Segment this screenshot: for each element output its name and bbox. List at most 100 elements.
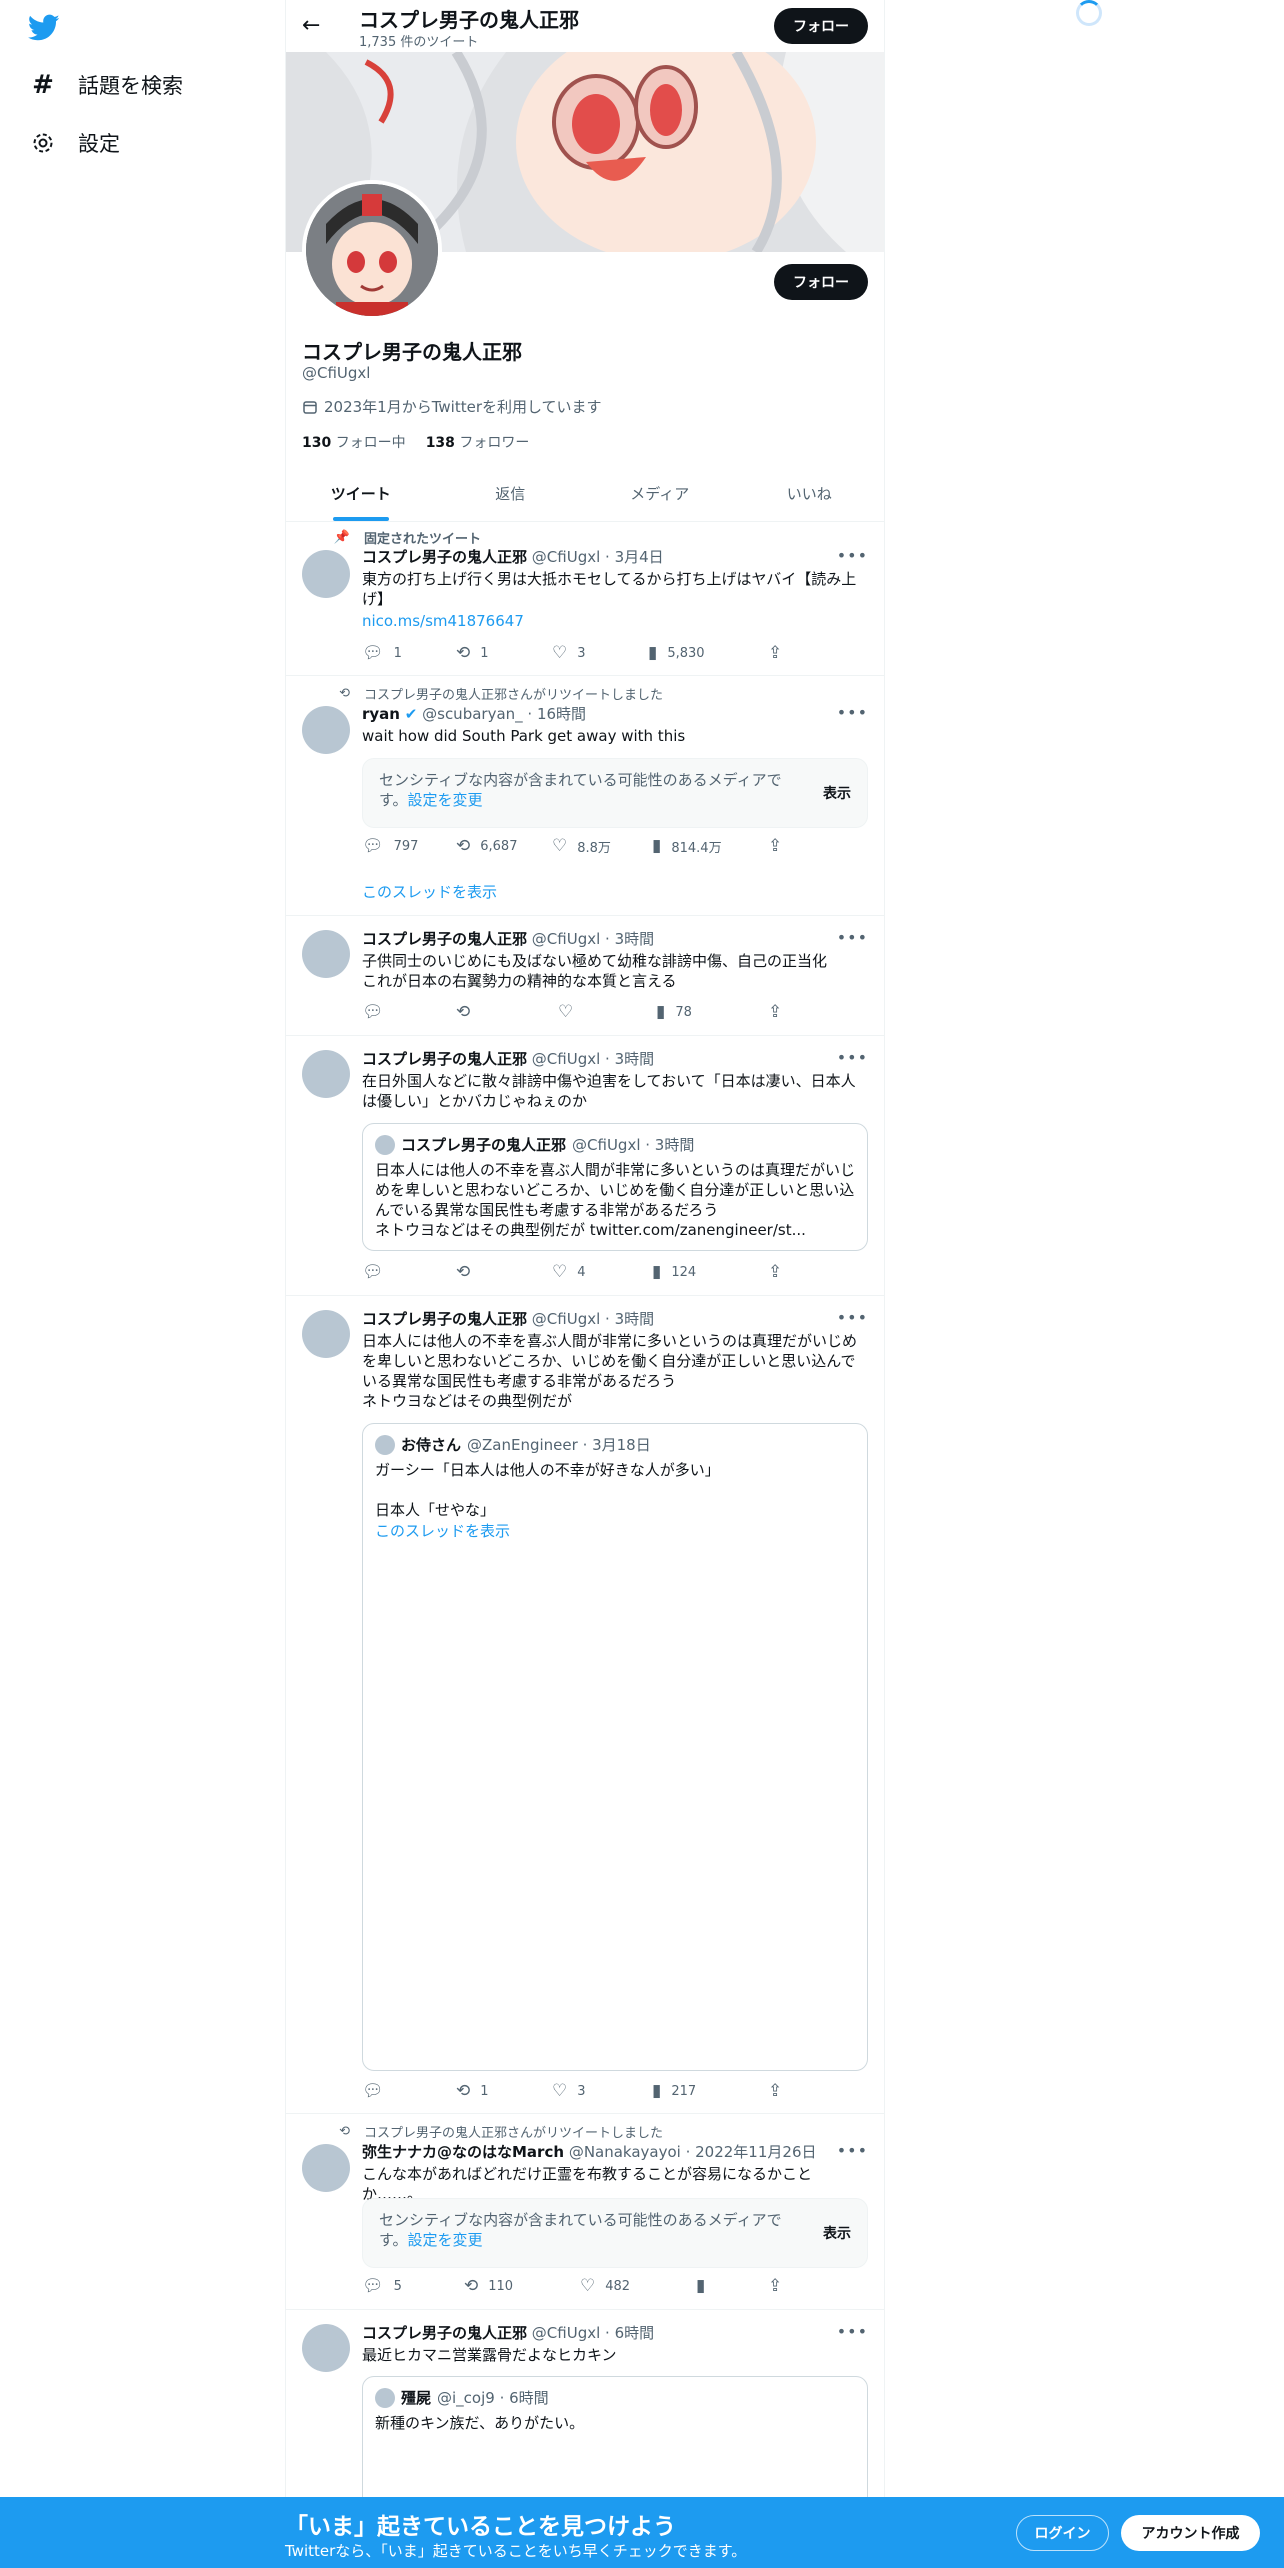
quote-avatar — [375, 1134, 395, 1155]
profile-follow-button[interactable]: フォロー — [774, 264, 868, 300]
reply-button[interactable]: 💬︎ — [362, 1002, 384, 1022]
tab-likes[interactable]: いいね — [735, 470, 885, 521]
views-button[interactable]: ▮ 5,830 — [648, 643, 705, 663]
retweet-button[interactable]: ⟲ 1 — [456, 2081, 489, 2101]
like-button[interactable]: ♡ 482 — [580, 2276, 630, 2296]
like-count: 3 — [577, 2083, 586, 2099]
show-media-button[interactable]: 表示 — [823, 783, 851, 803]
tweet-author-name[interactable]: コスプレ男子の鬼人正邪 — [362, 2324, 527, 2342]
retweet-context-text[interactable]: コスプレ男子の鬼人正邪さんがリツイートしました — [364, 684, 663, 703]
more-icon[interactable]: ••• — [837, 2141, 868, 2160]
tweet-item[interactable]: ⟲ コスプレ男子の鬼人正邪さんがリツイートしました ryan ✔︎ @scuba… — [286, 676, 884, 916]
tweet-avatar[interactable] — [302, 2144, 350, 2192]
retweet-icon: ⟲ — [456, 1002, 471, 1022]
views-button[interactable]: ▮ — [696, 2276, 705, 2296]
tweet-avatar[interactable] — [302, 1050, 350, 1098]
signup-button[interactable]: アカウント作成 — [1121, 2515, 1260, 2551]
nav-settings[interactable]: 設定 — [30, 128, 120, 158]
tweet-author-name[interactable]: 弥生ナナカ@なのはなMarch — [362, 2143, 564, 2161]
show-media-button[interactable]: 表示 — [823, 2223, 851, 2243]
like-button[interactable]: ♡ 4 — [552, 1262, 586, 1282]
tweet-avatar[interactable] — [302, 1310, 350, 1358]
tweet-header: コスプレ男子の鬼人正邪 @CfiUgxl · 3時間 — [362, 928, 654, 949]
tweet-actions: 💬︎ 5 ⟲ 110 ♡ 482 ▮ ⇪ — [362, 2276, 792, 2296]
quoted-tweet[interactable]: コスプレ男子の鬼人正邪 @CfiUgxl · 3時間 日本人には他人の不幸を喜ぶ人… — [362, 1123, 868, 1251]
more-icon[interactable]: ••• — [837, 703, 868, 722]
tweet-item[interactable]: コスプレ男子の鬼人正邪 @CfiUgxl · 3時間 ••• 子供同士のいじめに… — [286, 916, 884, 1036]
tweet-author-name[interactable]: コスプレ男子の鬼人正邪 — [362, 930, 527, 948]
share-button[interactable]: ⇪ — [768, 643, 782, 663]
tab-media[interactable]: メディア — [585, 470, 735, 521]
more-icon[interactable]: ••• — [837, 546, 868, 565]
views-button[interactable]: ▮ 814.4万 — [652, 836, 722, 856]
reply-button[interactable]: 💬︎ — [362, 2081, 384, 2101]
tweet-avatar[interactable] — [302, 550, 350, 598]
reply-button[interactable]: 💬︎ 5 — [362, 2276, 402, 2296]
views-button[interactable]: ▮ 124 — [652, 1262, 696, 1282]
tweet-avatar[interactable] — [302, 930, 350, 978]
quoted-tweet[interactable]: お侍さん @ZanEngineer · 3月18日 ガーシー「日本人は他人の不幸が… — [362, 1423, 868, 2071]
login-button[interactable]: ログイン — [1016, 2515, 1109, 2551]
share-icon: ⇪ — [768, 2081, 783, 2101]
tweet-header: 弥生ナナカ@なのはなMarch @Nanakayayoi · 2022年11月2… — [362, 2141, 816, 2162]
share-icon: ⇪ — [768, 643, 783, 663]
tweet-author-name[interactable]: ryan — [362, 705, 400, 723]
signup-banner: 「いま」起きていることを見つけよう Twitterなら、「いま」起きていることを… — [0, 2497, 1284, 2568]
share-button[interactable]: ⇪ — [768, 1262, 782, 1282]
tweet-author-name[interactable]: コスプレ男子の鬼人正邪 — [362, 548, 527, 566]
retweet-button[interactable]: ⟲ 6,687 — [456, 836, 517, 856]
tab-tweets[interactable]: ツイート — [286, 470, 436, 521]
followers-link[interactable]: 138 フォロワー — [426, 432, 530, 452]
profile-joined-text: 2023年1月からTwitterを利用しています — [324, 398, 602, 416]
retweet-context-text[interactable]: コスプレ男子の鬼人正邪さんがリツイートしました — [364, 2122, 663, 2141]
tweet-avatar[interactable] — [302, 706, 350, 754]
retweet-button[interactable]: ⟲ 1 — [456, 643, 489, 663]
views-count: 5,830 — [667, 645, 705, 661]
views-button[interactable]: ▮ 217 — [652, 2081, 696, 2101]
tab-replies[interactable]: 返信 — [436, 470, 586, 521]
retweet-button[interactable]: ⟲ 110 — [464, 2276, 513, 2296]
more-icon[interactable]: ••• — [837, 928, 868, 947]
tweet-item[interactable]: 📌 固定されたツイート コスプレ男子の鬼人正邪 @CfiUgxl · 3月4日 … — [286, 522, 884, 676]
views-count: 124 — [671, 1264, 697, 1280]
like-button[interactable]: ♡ 3 — [552, 643, 586, 663]
show-thread-link[interactable]: このスレッドを表示 — [362, 881, 497, 902]
tweet-item[interactable]: コスプレ男子の鬼人正邪 @CfiUgxl · 3時間 ••• 日本人には他人の不… — [286, 1296, 884, 2114]
profile-avatar[interactable] — [302, 180, 442, 320]
more-icon[interactable]: ••• — [837, 1308, 868, 1327]
more-icon[interactable]: ••• — [837, 2322, 868, 2341]
tweet-item[interactable]: ⟲ コスプレ男子の鬼人正邪さんがリツイートしました 弥生ナナカ@なのはなMarc… — [286, 2114, 884, 2310]
header-follow-button[interactable]: フォロー — [774, 8, 868, 44]
share-button[interactable]: ⇪ — [768, 1002, 782, 1022]
tweet-item[interactable]: コスプレ男子の鬼人正邪 @CfiUgxl · 3時間 ••• 在日外国人などに散… — [286, 1036, 884, 1296]
retweet-button[interactable]: ⟲ — [456, 1262, 470, 1282]
like-button[interactable]: ♡ — [558, 1002, 573, 1022]
views-button[interactable]: ▮ 78 — [656, 1002, 692, 1022]
tweet-avatar[interactable] — [302, 2324, 350, 2372]
reply-button[interactable]: 💬︎ — [362, 1262, 384, 1282]
following-link[interactable]: 130 フォロー中 — [302, 432, 406, 452]
back-arrow-icon[interactable]: ← — [302, 13, 320, 38]
like-button[interactable]: ♡ 8.8万 — [552, 836, 611, 856]
more-icon[interactable]: ••• — [837, 1048, 868, 1067]
reply-button[interactable]: 💬︎ 1 — [362, 643, 402, 663]
retweet-icon: ⟲ — [456, 1262, 471, 1282]
tweet-author-name[interactable]: コスプレ男子の鬼人正邪 — [362, 1050, 527, 1068]
share-button[interactable]: ⇪ — [768, 2081, 782, 2101]
like-button[interactable]: ♡ 3 — [552, 2081, 586, 2101]
reply-button[interactable]: 💬︎ 797 — [362, 836, 418, 856]
quote-show-thread-link[interactable]: このスレッドを表示 — [375, 1520, 510, 1541]
retweet-button[interactable]: ⟲ — [456, 1002, 470, 1022]
change-settings-link[interactable]: 設定を変更 — [408, 791, 483, 809]
change-settings-link[interactable]: 設定を変更 — [408, 2231, 483, 2249]
retweet-icon: ⟲ — [456, 836, 471, 856]
heart-icon: ♡ — [552, 1262, 568, 1282]
twitter-logo-icon[interactable] — [28, 14, 60, 42]
tweet-link[interactable]: nico.ms/sm41876647 — [362, 612, 524, 630]
tweet-author-name[interactable]: コスプレ男子の鬼人正邪 — [362, 1310, 527, 1328]
share-button[interactable]: ⇪ — [768, 2276, 782, 2296]
tweet-text: 在日外国人などに散々誹謗中傷や迫害をしておいて「日本は凄い、日本人は優しい」とか… — [362, 1072, 856, 1110]
tweet-header: コスプレ男子の鬼人正邪 @CfiUgxl · 3月4日 — [362, 546, 664, 567]
nav-explore[interactable]: # 話題を検索 — [30, 70, 183, 100]
share-button[interactable]: ⇪ — [768, 836, 782, 856]
